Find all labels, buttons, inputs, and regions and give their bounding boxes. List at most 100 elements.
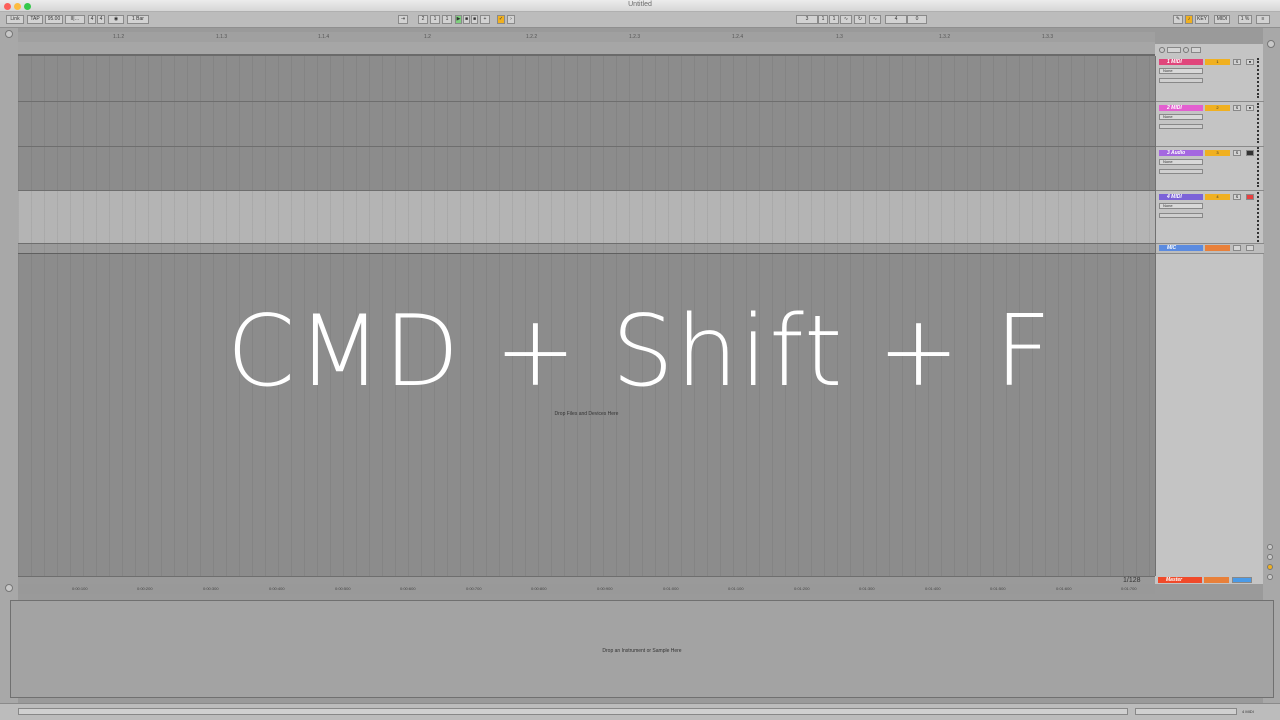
- track-header-4[interactable]: 4 MIDI None 4 S: [1156, 191, 1264, 244]
- beat-ruler[interactable]: 1.1.2 1.1.3 1.1.4 1.2 1.2.2 1.2.3 1.2.4 …: [18, 32, 1155, 42]
- time-marker: 0:00:400: [269, 586, 285, 591]
- master-lane[interactable]: [18, 576, 1155, 584]
- track-activator-button[interactable]: 2: [1205, 105, 1230, 111]
- channel-select[interactable]: [1159, 213, 1203, 218]
- loop-start-beat[interactable]: 1: [818, 15, 828, 24]
- input-select[interactable]: None: [1159, 203, 1203, 209]
- overdub-button[interactable]: +: [480, 15, 490, 24]
- window-title: Untitled: [628, 1, 652, 8]
- loop-length-beat[interactable]: 0: [907, 15, 927, 24]
- midi-map-button[interactable]: MIDI: [1214, 15, 1230, 24]
- record-icon[interactable]: ■: [471, 15, 478, 24]
- metronome-button[interactable]: ◉: [108, 15, 124, 24]
- loop-start-bar[interactable]: 3: [796, 15, 818, 24]
- track-header-1[interactable]: 1 MIDI None 1 S ●: [1156, 56, 1264, 102]
- track-name[interactable]: MIC: [1159, 245, 1203, 251]
- track-activator-button[interactable]: 4: [1205, 194, 1230, 200]
- track-activator-button[interactable]: 1: [1205, 59, 1230, 65]
- quantize-select[interactable]: 1 Bar: [127, 15, 149, 24]
- time-sig-denominator[interactable]: 4: [97, 15, 105, 24]
- arm-button[interactable]: ●: [1246, 105, 1254, 111]
- status-bar: 4 MIDI: [0, 703, 1280, 720]
- midi-indicator: ≡: [1256, 15, 1270, 24]
- re-enable-automation-icon[interactable]: ›: [507, 15, 515, 24]
- io-toggle-icon[interactable]: [1267, 544, 1273, 550]
- nudge-buttons[interactable]: II|…: [65, 15, 85, 24]
- input-select[interactable]: None: [1159, 159, 1203, 165]
- arm-all-button[interactable]: [1191, 47, 1201, 53]
- stop-icon[interactable]: ■: [463, 15, 470, 24]
- position-beat[interactable]: 1: [430, 15, 440, 24]
- fold-icon[interactable]: [1159, 47, 1165, 53]
- ruler-marker: 1.3: [836, 34, 843, 40]
- punch-out-icon[interactable]: ∿: [869, 15, 881, 24]
- solo-button[interactable]: S: [1233, 150, 1241, 156]
- key-map-button[interactable]: KEY: [1195, 15, 1209, 24]
- cpu-meter: 1 %: [1238, 15, 1252, 24]
- track-name[interactable]: 1 MIDI: [1159, 59, 1203, 65]
- follow-button[interactable]: ⇥: [398, 15, 408, 24]
- time-marker: 0:00:600: [400, 586, 416, 591]
- master-volume[interactable]: [1232, 577, 1252, 583]
- track-name[interactable]: 4 MIDI: [1159, 194, 1203, 200]
- track-name[interactable]: 3 Audio: [1159, 150, 1203, 156]
- time-marker: 0:01:600: [1056, 586, 1072, 591]
- arm-button[interactable]: [1246, 245, 1254, 251]
- track-lane-2[interactable]: [18, 102, 1155, 147]
- arrangement-overview[interactable]: [18, 42, 1155, 56]
- master-track-name[interactable]: Master: [1158, 577, 1202, 583]
- loop-switch-icon[interactable]: ↻: [854, 15, 866, 24]
- track-header-2[interactable]: 2 MIDI None 2 S ●: [1156, 102, 1264, 147]
- ruler-marker: 1.3.3: [1042, 34, 1054, 40]
- position-sixteenth[interactable]: 1: [442, 15, 452, 24]
- master-track-header[interactable]: Master: [1155, 576, 1263, 584]
- sends-toggle-icon[interactable]: [1267, 554, 1273, 560]
- tempo-field[interactable]: 95.00: [45, 15, 63, 24]
- loop-length-bar[interactable]: 4: [885, 15, 907, 24]
- solo-all-icon[interactable]: [1183, 47, 1189, 53]
- help-toggle-icon[interactable]: [1267, 40, 1275, 48]
- solo-button[interactable]: S: [1233, 194, 1241, 200]
- arm-button[interactable]: [1246, 150, 1254, 156]
- detail-view[interactable]: Drop an Instrument or Sample Here: [10, 600, 1274, 698]
- channel-select[interactable]: [1159, 124, 1203, 129]
- channel-select[interactable]: [1159, 78, 1203, 83]
- mixer-toggle-icon[interactable]: [1267, 564, 1273, 570]
- loop-start-sixteenth[interactable]: 1: [829, 15, 839, 24]
- input-select[interactable]: None: [1159, 68, 1203, 74]
- track-scroll-indicator: [1257, 147, 1260, 187]
- time-ruler[interactable]: 0:00:100 0:00:200 0:00:300 0:00:400 0:00…: [18, 584, 1155, 594]
- solo-button[interactable]: [1233, 245, 1241, 251]
- track-header-3[interactable]: 3 Audio None 3 S: [1156, 147, 1264, 191]
- device-chain-overview[interactable]: [1135, 708, 1237, 715]
- play-icon[interactable]: ▶: [455, 15, 462, 24]
- master-activator[interactable]: [1204, 577, 1229, 583]
- grid-button[interactable]: [1167, 47, 1181, 53]
- solo-button[interactable]: S: [1233, 59, 1241, 65]
- browser-toggle-icon[interactable]: [5, 30, 13, 38]
- tap-tempo-button[interactable]: TAP: [27, 15, 43, 24]
- arm-button[interactable]: ●: [1246, 59, 1254, 65]
- punch-in-icon[interactable]: ∿: [840, 15, 852, 24]
- time-sig-numerator[interactable]: 4: [88, 15, 96, 24]
- input-select[interactable]: None: [1159, 114, 1203, 120]
- position-bar[interactable]: 2: [418, 15, 428, 24]
- track-header-mic[interactable]: MIC: [1156, 244, 1264, 254]
- track-lane-3[interactable]: [18, 147, 1155, 191]
- track-lane-mic[interactable]: [18, 244, 1155, 254]
- track-activator-button[interactable]: 3: [1205, 150, 1230, 156]
- computer-keyboard-icon[interactable]: ♪: [1185, 15, 1193, 24]
- track-lane-1[interactable]: [18, 56, 1155, 102]
- overview-toggle-icon[interactable]: [5, 584, 13, 592]
- track-activator-button[interactable]: [1205, 245, 1230, 251]
- channel-select[interactable]: [1159, 169, 1203, 174]
- solo-button[interactable]: S: [1233, 105, 1241, 111]
- automation-arm-icon[interactable]: ✓: [497, 15, 505, 24]
- arm-button-armed[interactable]: [1246, 194, 1254, 200]
- draw-mode-icon[interactable]: ✎: [1173, 15, 1183, 24]
- track-name[interactable]: 2 MIDI: [1159, 105, 1203, 111]
- time-marker: 0:00:900: [597, 586, 613, 591]
- link-button[interactable]: Link: [6, 15, 24, 24]
- crossfader-toggle-icon[interactable]: [1267, 574, 1273, 580]
- track-lane-4-selected[interactable]: [18, 191, 1155, 244]
